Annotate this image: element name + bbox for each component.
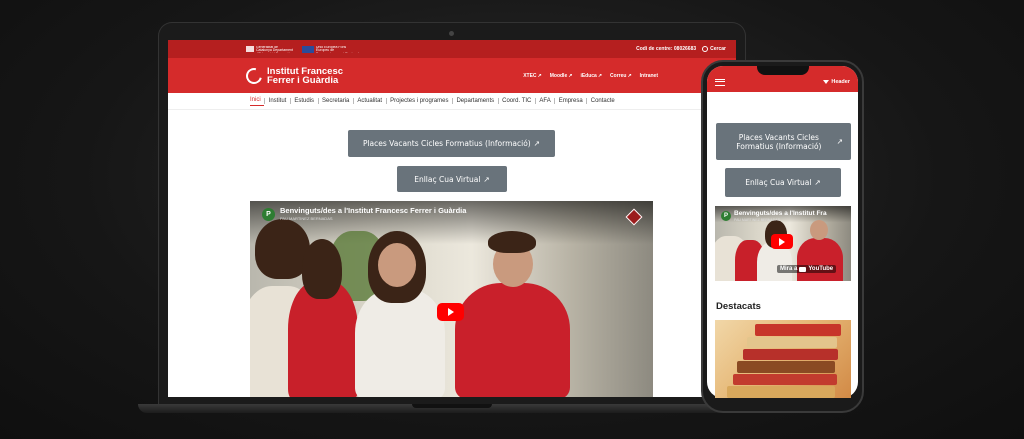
- eu-flag-icon: [302, 45, 314, 53]
- phone-cua-virtual-button[interactable]: Enllaç Cua Virtual ↗: [725, 168, 841, 197]
- generalitat-logo-text: Generalitat de Catalunya Departament d'E…: [256, 45, 293, 53]
- nav-item-secretaria[interactable]: Secretaria: [317, 98, 353, 104]
- external-link-icon: ↗: [537, 72, 542, 79]
- places-vacants-label: Places Vacants Cicles Formatius (Informa…: [362, 139, 531, 148]
- header-link-intranet[interactable]: Intranet: [640, 73, 658, 79]
- nav-item-afa[interactable]: AFA: [534, 98, 554, 104]
- laptop-notch: [412, 404, 492, 408]
- header-link-moodle[interactable]: Moodle ↗: [550, 73, 573, 79]
- youtube-label: YouTube: [808, 266, 834, 272]
- header-link-xtec[interactable]: XTEC ↗: [523, 73, 542, 79]
- header-links: XTEC ↗ Moodle ↗ iEduca ↗ Correu ↗ Intranet: [523, 73, 658, 79]
- book-5: [733, 374, 837, 385]
- header-link-label: iEduca: [580, 72, 597, 79]
- phone-places-vacants-label: Places Vacants Cicles Formatius (Informa…: [736, 132, 822, 151]
- nav-item-inici[interactable]: Inici: [250, 97, 265, 106]
- header-toggle-label: Header: [831, 79, 850, 85]
- laptop-camera: [449, 31, 454, 36]
- eu-logo[interactable]: Unió Europea Fons Europeu de Desenvolupa…: [302, 45, 360, 53]
- phone-notch: [757, 66, 809, 75]
- header-link-label: Intranet: [639, 72, 658, 79]
- institut-watermark-icon: [625, 208, 643, 226]
- institut-logo-icon: [243, 64, 265, 87]
- video-person-3: [355, 289, 445, 397]
- book-6: [727, 386, 835, 398]
- header-link-label: XTEC: [523, 72, 537, 79]
- video-title[interactable]: Benvinguts/des a l'Institut Francesc Fer…: [280, 206, 466, 215]
- external-link-icon: ↗: [597, 72, 603, 79]
- video-title[interactable]: Benvinguts/des a l'Institut Fra: [734, 210, 827, 217]
- nav-item-estudis[interactable]: Estudis: [289, 98, 318, 104]
- external-link-icon: ↗: [533, 139, 541, 148]
- destacats-image[interactable]: [715, 320, 851, 398]
- book-3: [743, 349, 838, 360]
- youtube-play-icon[interactable]: [437, 303, 464, 321]
- nav-item-empresa[interactable]: Empresa: [554, 98, 586, 104]
- nav-item-contacte[interactable]: Contacte: [586, 98, 618, 104]
- main-nav: Inici Institut Estudis Secretaria Actual…: [168, 93, 736, 110]
- video-channel: PAU MARTINEZ BERNADAS: [734, 218, 780, 222]
- youtube-logo-icon: [799, 266, 807, 272]
- nav-item-coord-tic[interactable]: Coord. TIC: [497, 98, 535, 104]
- video-person-3-face: [378, 243, 416, 287]
- places-vacants-button[interactable]: Places Vacants Cicles Formatius (Informa…: [348, 130, 555, 157]
- header-toggle[interactable]: Header: [823, 79, 850, 85]
- external-link-icon: ↗: [483, 174, 490, 184]
- external-link-icon: ↗: [568, 72, 573, 79]
- gov-logos: Generalitat de Catalunya Departament d'E…: [246, 45, 360, 53]
- school-code: Codi de centre: 08026683: [636, 46, 697, 52]
- channel-avatar[interactable]: P: [262, 208, 275, 221]
- watch-on-youtube-button[interactable]: Mira a YouTube: [777, 265, 837, 273]
- phone-welcome-video[interactable]: P Benvinguts/des a l'Institut Fra PAU MA…: [715, 206, 851, 281]
- video-channel: PAU MARTINEZ BERNADAS: [280, 216, 333, 221]
- channel-avatar[interactable]: P: [721, 211, 731, 221]
- generalitat-emblem-icon: [246, 46, 254, 52]
- nav-item-departaments[interactable]: Departaments: [451, 98, 498, 104]
- header-link-label: Correu: [610, 72, 627, 79]
- external-link-icon: ↗: [814, 178, 821, 187]
- nav-item-projectes[interactable]: Projectes i programes: [385, 98, 452, 104]
- youtube-play-icon[interactable]: [771, 234, 793, 249]
- search-button[interactable]: Cercar: [702, 46, 726, 52]
- cua-virtual-label: Enllaç Cua Virtual: [414, 174, 481, 184]
- destacats-heading: Destacats: [716, 301, 761, 312]
- watch-on-label: Mira a: [780, 266, 798, 272]
- phone-places-vacants-button[interactable]: Places Vacants Cicles Formatius (Informa…: [716, 123, 851, 160]
- cua-virtual-button[interactable]: Enllaç Cua Virtual ↗: [397, 166, 507, 192]
- book-4: [737, 361, 835, 373]
- nav-item-institut[interactable]: Institut: [264, 98, 290, 104]
- header-link-ieduca[interactable]: iEduca ↗: [580, 73, 602, 79]
- laptop-header: Institut Francesc Ferrer i Guàrdia XTEC ↗…: [168, 58, 736, 93]
- site-title: Institut Francesc Ferrer i Guàrdia: [267, 66, 343, 86]
- video-person-4-hair: [488, 231, 536, 253]
- external-link-icon: ↗: [627, 72, 632, 79]
- book-2: [747, 337, 837, 348]
- external-link-icon: ↗: [836, 137, 843, 146]
- video-person-4: [455, 283, 570, 397]
- laptop-screen: Generalitat de Catalunya Departament d'E…: [168, 40, 736, 397]
- generalitat-logo[interactable]: Generalitat de Catalunya Departament d'E…: [246, 46, 294, 53]
- header-link-correu[interactable]: Correu ↗: [610, 73, 632, 79]
- nav-item-actualitat[interactable]: Actualitat: [352, 98, 386, 104]
- search-icon: [702, 46, 709, 52]
- video-person-2-hair: [302, 239, 342, 299]
- header-link-label: Moodle: [549, 72, 568, 79]
- book-1: [755, 324, 841, 336]
- search-label: Cercar: [710, 46, 726, 52]
- site-title-line2: Ferrer i Guàrdia: [267, 74, 339, 86]
- welcome-video[interactable]: P Benvinguts/des a l'Institut Francesc F…: [250, 201, 653, 397]
- laptop-topbar: Generalitat de Catalunya Departament d'E…: [168, 40, 736, 58]
- hamburger-icon[interactable]: [715, 78, 725, 86]
- video-person-4-face: [810, 220, 828, 240]
- phone-cua-virtual-label: Enllaç Cua Virtual: [745, 178, 812, 187]
- video-person-4: [797, 238, 843, 281]
- eu-logo-text: Unió Europea Fons Europeu de Desenvolupa…: [316, 45, 359, 53]
- caret-down-icon: [823, 80, 830, 84]
- site-brand[interactable]: Institut Francesc Ferrer i Guàrdia: [243, 64, 343, 87]
